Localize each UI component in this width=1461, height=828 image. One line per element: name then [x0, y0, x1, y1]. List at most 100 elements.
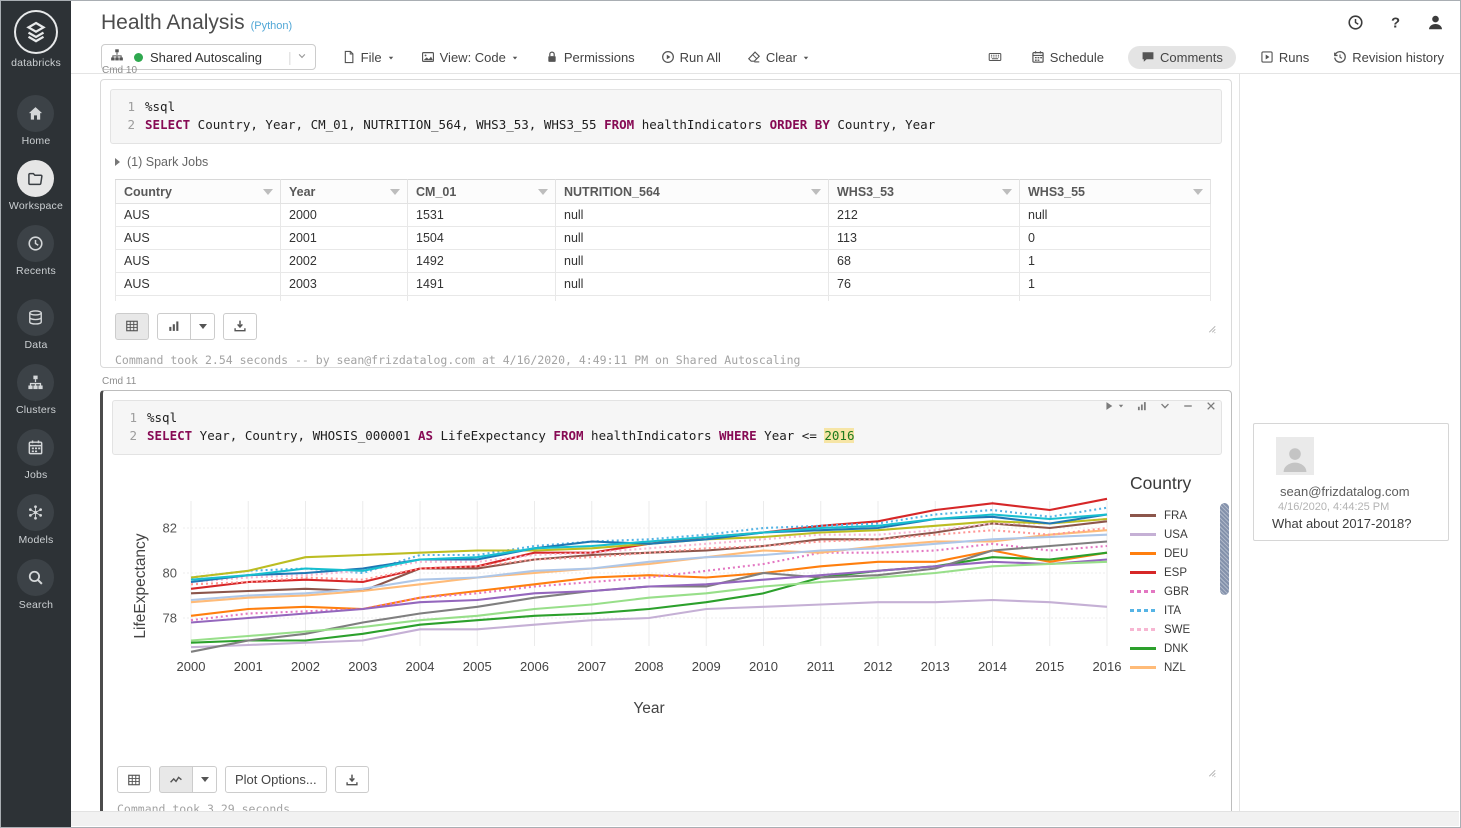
sidebar-item-workspace[interactable]: Workspace [9, 160, 63, 212]
column-header-cm_01[interactable]: CM_01 [408, 180, 556, 204]
sidebar-item-clusters[interactable]: Clusters [9, 364, 63, 416]
sidebar-item-circle [17, 494, 54, 531]
notebook-language-badge: (Python) [251, 20, 293, 32]
table-cell: AUS [116, 250, 281, 273]
menu-label: Runs [1279, 50, 1309, 65]
databricks-logo-label: databricks [11, 57, 61, 69]
close-button[interactable] [1205, 400, 1217, 412]
sidebar-item-models[interactable]: Models [9, 494, 63, 546]
legend-entry-deu[interactable]: DEU [1130, 544, 1222, 563]
spark-jobs-label: (1) Spark Jobs [127, 155, 208, 169]
bar-chart-button[interactable] [1136, 400, 1148, 412]
table-row: AUS20011504null1130 [116, 227, 1211, 250]
column-header-label: Country [124, 185, 172, 199]
cmd11-code-editor[interactable]: 1%sql2SELECT Year, Country, WHOSIS_00000… [112, 400, 1222, 455]
download-results-button[interactable] [223, 313, 257, 340]
minus-button[interactable] [1182, 400, 1194, 412]
chevron-down-icon[interactable] [297, 48, 307, 66]
clock-icon [27, 235, 44, 252]
table-cell: AUS [116, 273, 281, 296]
clock-icon [1347, 14, 1364, 31]
sidebar-item-circle [17, 429, 54, 466]
sort-caret-icon [1193, 189, 1203, 195]
legend-entry-usa[interactable]: USA [1130, 525, 1222, 544]
clock-icon[interactable] [1347, 14, 1364, 31]
sidebar-item-circle [17, 225, 54, 262]
table-cell: 2002 [281, 250, 408, 273]
legend-swatch [1130, 628, 1156, 631]
table-cell: AUS [116, 227, 281, 250]
menu-view-code[interactable]: View: Code [421, 50, 519, 65]
legend-entry-fra[interactable]: FRA [1130, 506, 1222, 525]
cmd11-cell-actions [1103, 400, 1217, 412]
menu-file[interactable]: File [342, 50, 395, 65]
sidebar-item-home[interactable]: Home [9, 95, 63, 147]
cmd10-cell: 1%sql2SELECT Country, Year, CM_01, NUTRI… [100, 79, 1232, 368]
legend-entry-gbr[interactable]: GBR [1130, 582, 1222, 601]
notebook-title-text: Health Analysis [101, 11, 245, 34]
sidebar-item-recents[interactable]: Recents [9, 225, 63, 277]
sidebar-item-jobs[interactable]: Jobs [9, 429, 63, 481]
sidebar-nav: Home Workspace Recents Data Clusters Jobs Mode… [9, 95, 63, 624]
download-results-button[interactable] [335, 766, 369, 793]
menu-runs[interactable]: Runs [1260, 50, 1309, 65]
column-header-nutrition_564[interactable]: NUTRITION_564 [556, 180, 829, 204]
column-header-year[interactable]: Year [281, 180, 408, 204]
notebook-cells: Cmd 10 1%sql2SELECT Country, Year, CM_01… [100, 65, 1232, 818]
chevron-down-button[interactable] [1159, 400, 1171, 412]
legend-label: GBR [1164, 586, 1189, 598]
table-cell: 1492 [408, 250, 556, 273]
show-table-button[interactable] [117, 766, 151, 793]
legend-scrollbar[interactable] [1220, 503, 1229, 595]
minus-icon [1182, 400, 1194, 412]
databricks-logo[interactable]: databricks [11, 10, 61, 69]
legend-entry-swe[interactable]: SWE [1130, 620, 1222, 639]
legend-entry-dnk[interactable]: DNK [1130, 639, 1222, 658]
legend-swatch [1130, 666, 1156, 669]
resize-handle-icon[interactable] [1207, 323, 1219, 335]
column-header-country[interactable]: Country [116, 180, 281, 204]
line-number: 1 [113, 409, 147, 427]
legend-entry-ita[interactable]: ITA [1130, 601, 1222, 620]
column-header-label: Year [289, 185, 315, 199]
menu-schedule[interactable]: Schedule [1031, 50, 1104, 65]
sidebar-item-search[interactable]: Search [9, 559, 63, 611]
question-icon[interactable]: ? [1387, 14, 1404, 31]
menu-run-all[interactable]: Run All [661, 50, 721, 65]
chart-type-dropdown[interactable] [191, 313, 215, 340]
plot-options-button[interactable]: Plot Options... [225, 766, 327, 793]
chart-type-dropdown[interactable] [193, 766, 217, 793]
run-cell-button[interactable] [1103, 400, 1125, 412]
show-table-button[interactable] [115, 313, 149, 340]
comment-text: What about 2017-2018? [1272, 516, 1438, 531]
legend-label: NZL [1164, 662, 1186, 674]
menu-keyboard[interactable] [988, 50, 1007, 64]
clusters-icon [110, 48, 124, 62]
legend-swatch [1130, 609, 1156, 612]
sort-caret-icon [538, 189, 548, 195]
menu-clear[interactable]: Clear [747, 50, 810, 65]
menu-label: File [361, 50, 382, 65]
table-cell: 1 [1020, 273, 1211, 296]
sidebar-item-data[interactable]: Data [9, 299, 63, 351]
show-chart-button[interactable] [157, 313, 191, 340]
table-cell: null [556, 273, 829, 296]
show-chart-button[interactable] [159, 766, 193, 793]
column-header-whs3_55[interactable]: WHS3_55 [1020, 180, 1211, 204]
menu-revision-history[interactable]: Revision history [1333, 50, 1444, 65]
legend-swatch [1130, 552, 1156, 555]
user-icon[interactable] [1427, 14, 1444, 31]
spark-jobs-toggle[interactable]: (1) Spark Jobs [101, 144, 1231, 169]
legend-entry-esp[interactable]: ESP [1130, 563, 1222, 582]
column-header-whs3_53[interactable]: WHS3_53 [829, 180, 1020, 204]
legend-entry-nzl[interactable]: NZL [1130, 658, 1222, 677]
menu-permissions[interactable]: Permissions [545, 50, 635, 65]
sort-caret-icon [811, 189, 821, 195]
main-area: Health Analysis(Python) ? Shared Autosca… [71, 1, 1460, 827]
table-cell: 76 [829, 273, 1020, 296]
resize-handle-icon[interactable] [1207, 767, 1219, 779]
column-header-label: WHS3_53 [837, 185, 894, 199]
cmd10-code-editor[interactable]: 1%sql2SELECT Country, Year, CM_01, NUTRI… [110, 89, 1222, 144]
legend-swatch [1130, 647, 1156, 650]
menu-label: Schedule [1050, 50, 1104, 65]
